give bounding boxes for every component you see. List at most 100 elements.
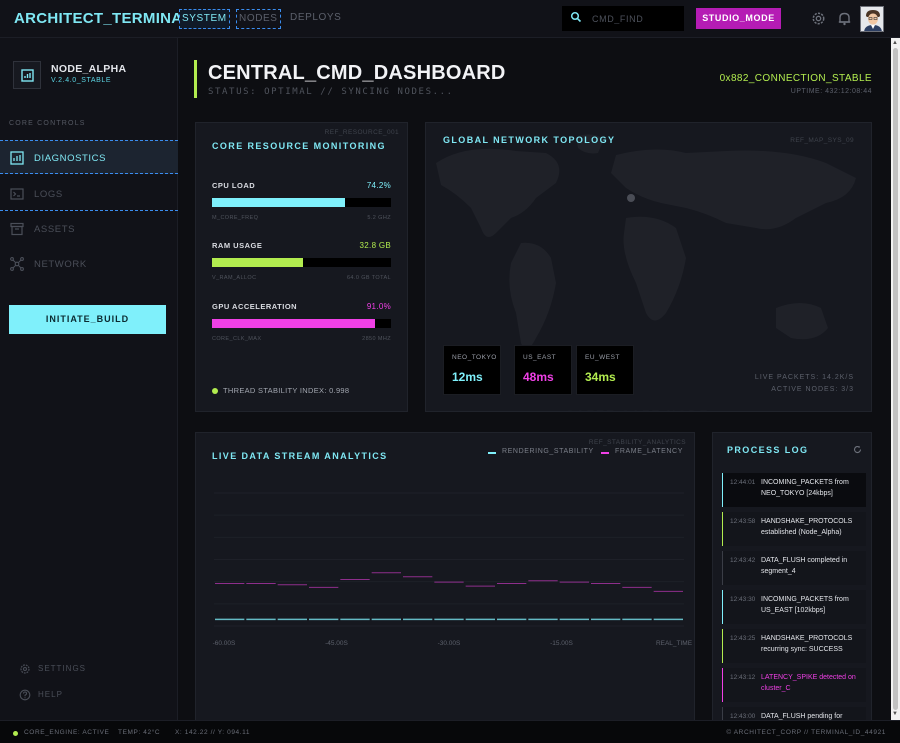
stability-index: THREAD STABILITY INDEX: 0.998 xyxy=(223,386,350,395)
log-time: 12:43:00 xyxy=(730,713,756,720)
legend-swatch-rendering xyxy=(488,452,496,454)
log-entry[interactable]: 12:43:12 LATENCY_SPIKE detected on cluste… xyxy=(722,668,866,702)
sidebar-item-logs[interactable]: LOGS xyxy=(0,177,178,211)
initiate-build-button[interactable]: INITIATE_BUILD xyxy=(9,305,166,334)
live-packets: LIVE PACKETS: 14.2K/S xyxy=(754,374,854,381)
ram-bar-fill xyxy=(212,258,304,267)
cpu-sub-left: M_CORE_FREQ xyxy=(212,215,259,221)
help-icon xyxy=(19,689,31,701)
gpu-bar-fill xyxy=(212,319,375,328)
ram-label: RAM USAGE xyxy=(212,241,263,250)
stream-chart: -60.00S -45.00S -30.00S -15.00S REAL_TIME xyxy=(213,492,693,647)
gpu-bar xyxy=(212,319,391,328)
map-node-marker xyxy=(627,194,635,202)
location-latency: 34ms xyxy=(585,370,616,384)
log-entry[interactable]: 12:44:01 INCOMING_PACKETS from NEO_TOKYO … xyxy=(722,473,866,507)
engine-status-dot xyxy=(13,731,18,736)
node-version: V.2.4.0_STABLE xyxy=(51,77,112,84)
gpu-sub-right: 2850 MHZ xyxy=(362,336,391,342)
avatar[interactable] xyxy=(860,6,884,32)
sidebar-item-network[interactable]: NETWORK xyxy=(0,247,178,281)
ram-sub-left: V_RAM_ALLOC xyxy=(212,275,257,281)
sidebar-settings-link[interactable]: SETTINGS xyxy=(0,660,178,680)
sidebar-help-link[interactable]: HELP xyxy=(0,686,178,706)
sidebar: NODE_ALPHA V.2.4.0_STABLE CORE CONTROLS … xyxy=(0,38,178,720)
footer-copyright: © ARCHITECT_CORP // TERMINAL_ID_44921 xyxy=(726,729,886,736)
sidebar-item-diagnostics[interactable]: DIAGNOSTICS xyxy=(0,140,178,174)
status-bar: CORE_ENGINE: ACTIVE TEMP: 42°C X: 142.22… xyxy=(0,720,900,743)
log-time: 12:43:25 xyxy=(730,635,756,642)
cpu-sub-right: 5.2 GHZ xyxy=(367,215,391,221)
sidebar-item-label: NETWORK xyxy=(34,259,87,270)
engine-status: CORE_ENGINE: ACTIVE xyxy=(24,729,110,736)
nav-tab-system[interactable]: SYSTEM xyxy=(179,9,230,29)
studio-mode-button[interactable]: STUDIO_MODE xyxy=(696,8,781,29)
panel-title: LIVE DATA STREAM ANALYTICS xyxy=(212,451,388,461)
x-tick-label: -60.00S xyxy=(213,640,236,647)
x-tick-label: -15.00S xyxy=(550,640,573,647)
legend-rendering: RENDERING_STABILITY xyxy=(502,448,594,455)
node-logo xyxy=(13,61,41,89)
log-entry[interactable]: 12:43:58 HANDSHAKE_PROTOCOLS established … xyxy=(722,512,866,546)
log-time: 12:43:30 xyxy=(730,596,756,603)
terminal-icon xyxy=(10,188,24,200)
legend-swatch-latency xyxy=(601,452,609,454)
panel-title: CORE RESOURCE MONITORING xyxy=(212,141,386,151)
scroll-down-arrow[interactable]: ▼ xyxy=(892,711,898,717)
log-entry[interactable]: 12:43:42 DATA_FLUSH completed in segment_… xyxy=(722,551,866,585)
nav-tab-deploys[interactable]: DEPLOYS xyxy=(288,9,343,29)
uptime-readout: UPTIME: 432:12:08:44 xyxy=(790,88,872,95)
refresh-icon[interactable] xyxy=(853,445,862,454)
node-name: NODE_ALPHA xyxy=(51,63,127,75)
nav-tab-nodes[interactable]: NODES xyxy=(236,9,281,29)
cpu-bar xyxy=(212,198,391,207)
x-tick-label: REAL_TIME xyxy=(656,640,693,647)
legend-latency: FRAME_LATENCY xyxy=(615,448,683,455)
search-input[interactable] xyxy=(592,10,678,27)
title-accent xyxy=(194,60,197,98)
log-entry[interactable]: 12:43:25 HANDSHAKE_PROTOCOLS recurring sy… xyxy=(722,629,866,663)
log-entry[interactable]: 12:43:30 INCOMING_PACKETS from US_EAST [1… xyxy=(722,590,866,624)
scroll-up-arrow[interactable]: ▲ xyxy=(892,40,898,46)
x-tick-label: -30.00S xyxy=(438,640,461,647)
search-box[interactable] xyxy=(562,6,684,31)
gpu-sub-left: CORE_CLK_MAX xyxy=(212,336,262,342)
log-message: DATA_FLUSH completed in segment_4 xyxy=(761,557,848,575)
top-bar: ARCHITECT_TERMINAL SYSTEM NODES DEPLOYS … xyxy=(0,0,900,38)
panel-title: GLOBAL NETWORK TOPOLOGY xyxy=(443,135,616,145)
location-card-eu-west[interactable]: EU_WEST 34ms xyxy=(576,345,634,395)
map-ref: REF_MAP_SYS_09 xyxy=(790,137,854,144)
gear-icon[interactable] xyxy=(810,10,827,27)
stream-ref: REF_STABILITY_ANALYTICS xyxy=(588,439,686,446)
scrollbar-thumb[interactable] xyxy=(893,48,898,710)
log-message: HANDSHAKE_PROTOCOLS recurring sync: SUCC… xyxy=(761,635,853,653)
topology-panel: SAFEE SAFE NODE GLOBAL NETWORK TOPOLOGY … xyxy=(425,122,872,412)
log-time: 12:43:12 xyxy=(730,674,756,681)
network-icon xyxy=(10,257,24,271)
bell-icon[interactable] xyxy=(836,10,853,27)
coords-readout: X: 142.22 // Y: 094.11 xyxy=(175,729,251,736)
sidebar-item-assets[interactable]: ASSETS xyxy=(0,212,178,246)
ram-value: 32.8 GB xyxy=(359,241,391,250)
active-nodes: ACTIVE NODES: 3/3 xyxy=(771,386,854,393)
resource-panel: REF_RESOURCE_001 CORE RESOURCE MONITORIN… xyxy=(195,122,408,412)
log-message: INCOMING_PACKETS from US_EAST [102kbps] xyxy=(761,596,849,614)
temp-readout: TEMP: 42°C xyxy=(118,729,161,736)
sidebar-item-label: ASSETS xyxy=(34,224,76,235)
location-card-neo-tokyo[interactable]: NEO_TOKYO 12ms xyxy=(443,345,501,395)
location-latency: 12ms xyxy=(452,370,483,384)
panel-ref: REF_RESOURCE_001 xyxy=(324,129,399,136)
log-time: 12:43:58 xyxy=(730,518,756,525)
ram-bar xyxy=(212,258,391,267)
gear-icon xyxy=(20,664,30,674)
main-content: CENTRAL_CMD_DASHBOARD STATUS: OPTIMAL //… xyxy=(179,38,891,727)
log-message: LATENCY_SPIKE detected on cluster_C xyxy=(761,674,856,692)
settings-label: SETTINGS xyxy=(38,664,87,673)
location-card-us-east[interactable]: US_EAST 48ms xyxy=(514,345,572,395)
log-message: INCOMING_PACKETS from NEO_TOKYO [24kbps] xyxy=(761,479,849,497)
chart-icon xyxy=(10,151,24,165)
archive-icon xyxy=(10,222,24,236)
avatar-image xyxy=(861,7,883,31)
location-name: EU_WEST xyxy=(585,354,620,361)
page-status: STATUS: OPTIMAL // SYNCING NODES... xyxy=(208,87,454,97)
